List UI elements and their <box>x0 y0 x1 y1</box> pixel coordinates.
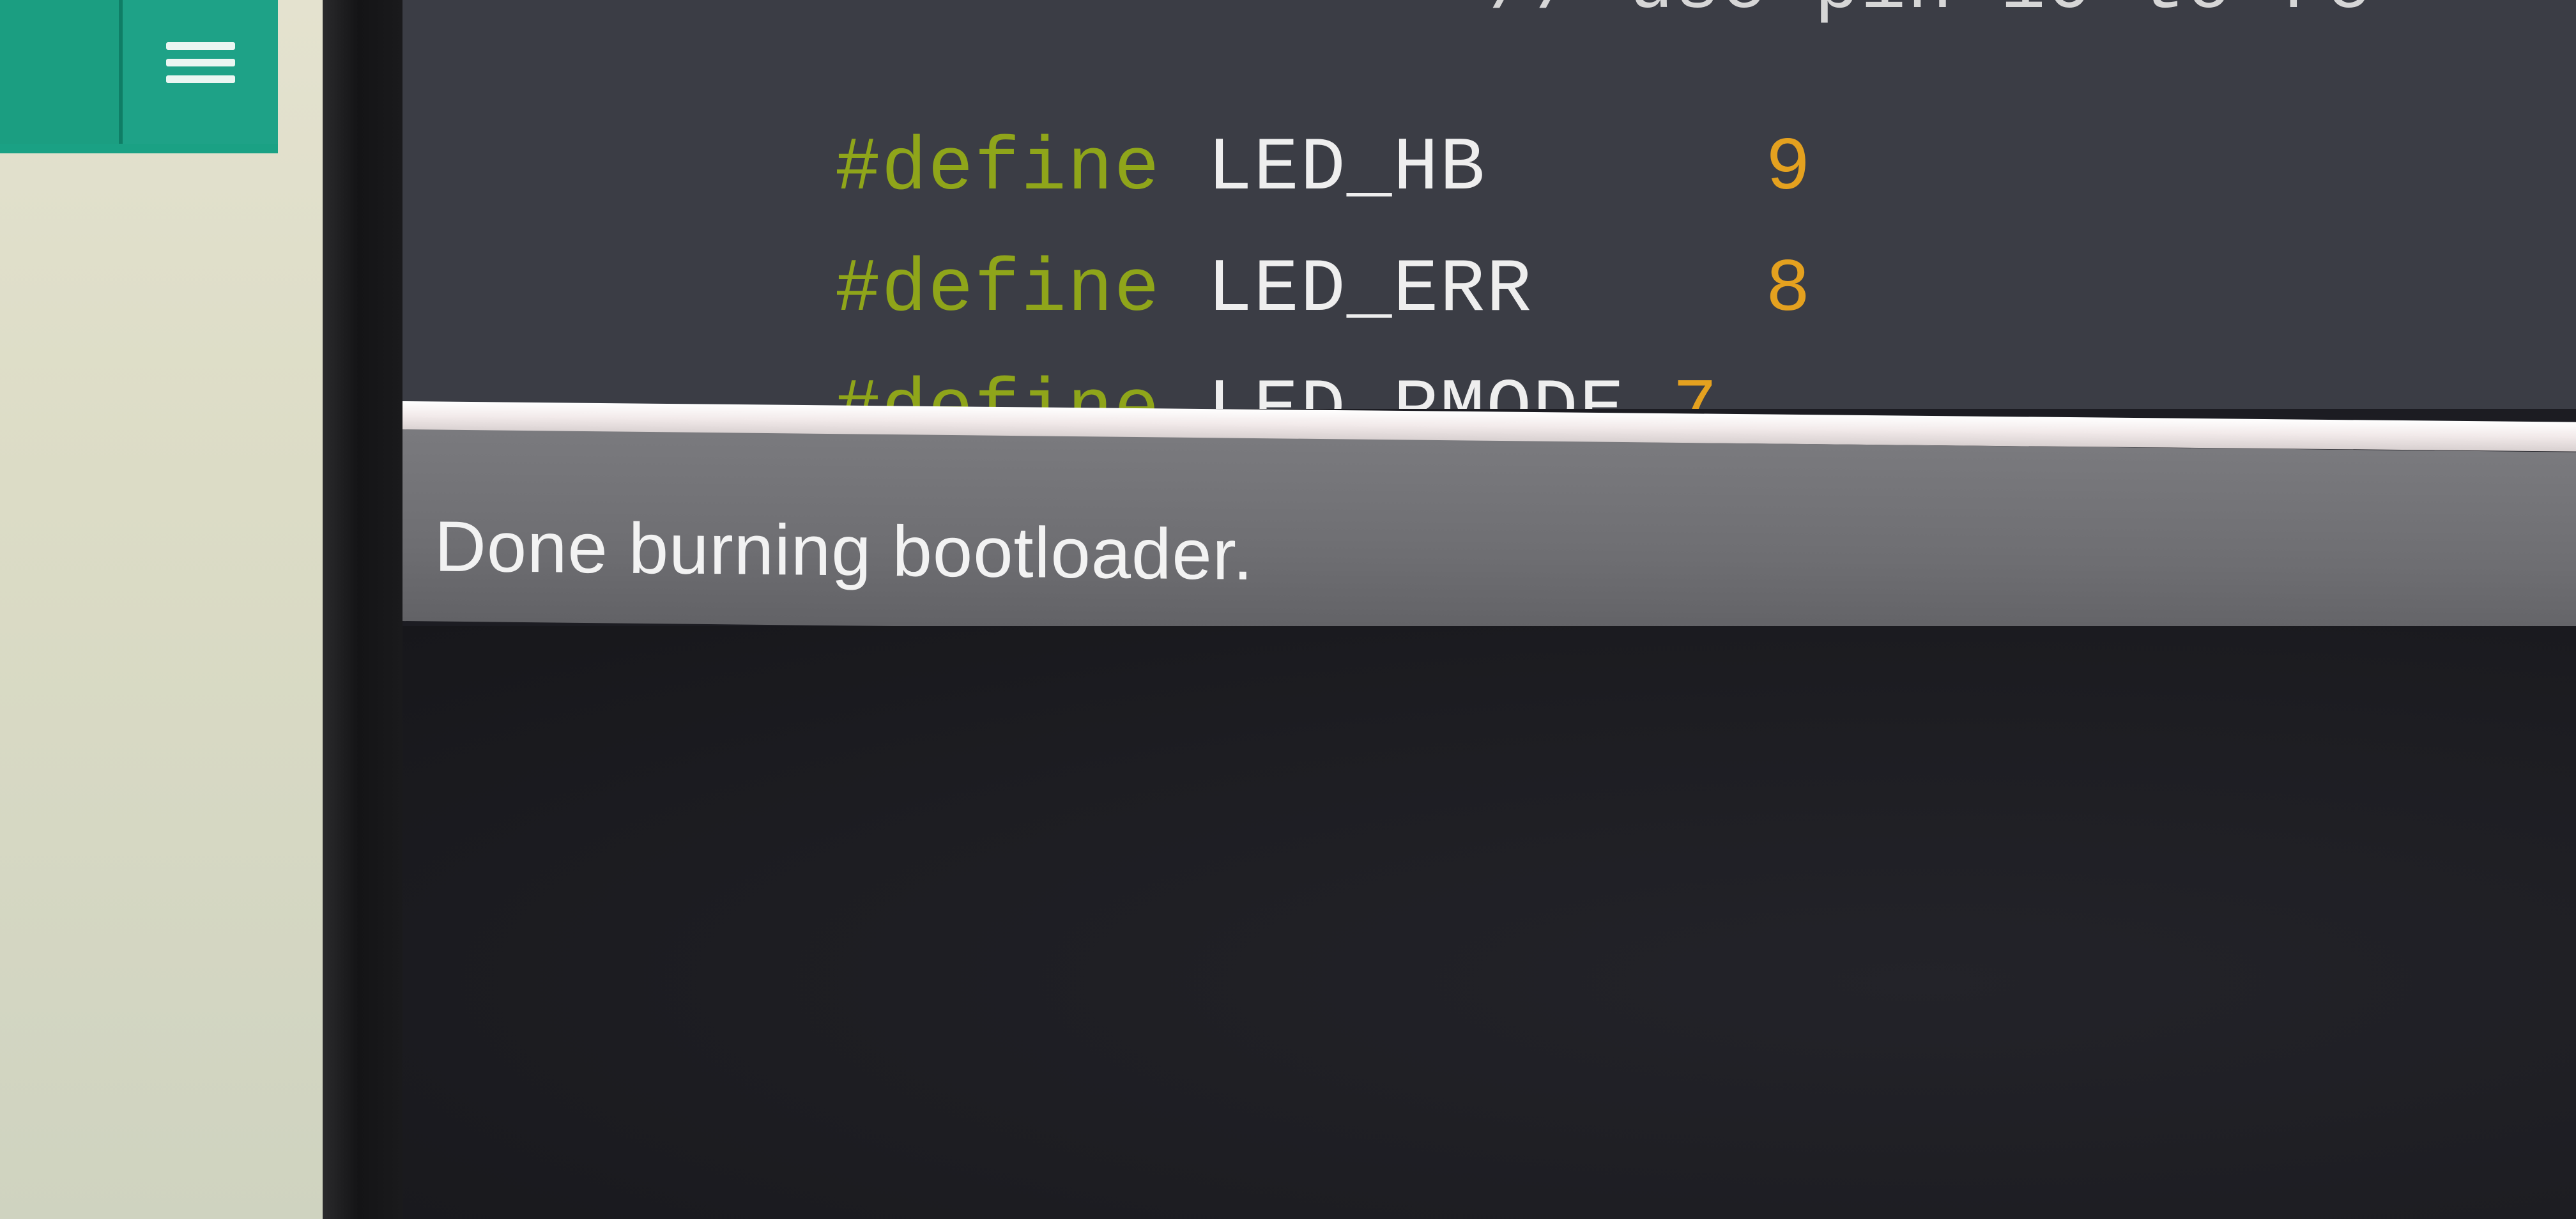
code-line-partial: // use pin 10 to re <box>1489 0 2372 26</box>
screen-photo: // use pin 10 to re #define LED_HB 9 #de… <box>0 0 2576 1219</box>
green-toolbar <box>0 0 278 153</box>
monitor-bezel <box>323 0 402 1219</box>
status-message: Done burning bootloader. <box>434 506 1254 595</box>
macro-value: 7 <box>1673 368 1719 410</box>
console-output[interactable] <box>402 626 2576 1219</box>
status-bar: Done burning bootloader. <box>402 429 2576 644</box>
macro-value: 8 <box>1765 248 1812 333</box>
menu-button[interactable] <box>123 0 278 144</box>
code-line: #define LED_PMODE 7 <box>556 298 1719 410</box>
wall-background <box>0 0 332 1219</box>
macro-name: LED_PMODE <box>1207 368 1625 410</box>
define-keyword: #define <box>835 368 1161 410</box>
toolbar-button[interactable] <box>0 0 119 144</box>
hamburger-menu-icon <box>165 42 235 83</box>
code-editor[interactable]: // use pin 10 to re #define LED_HB 9 #de… <box>402 0 2576 409</box>
